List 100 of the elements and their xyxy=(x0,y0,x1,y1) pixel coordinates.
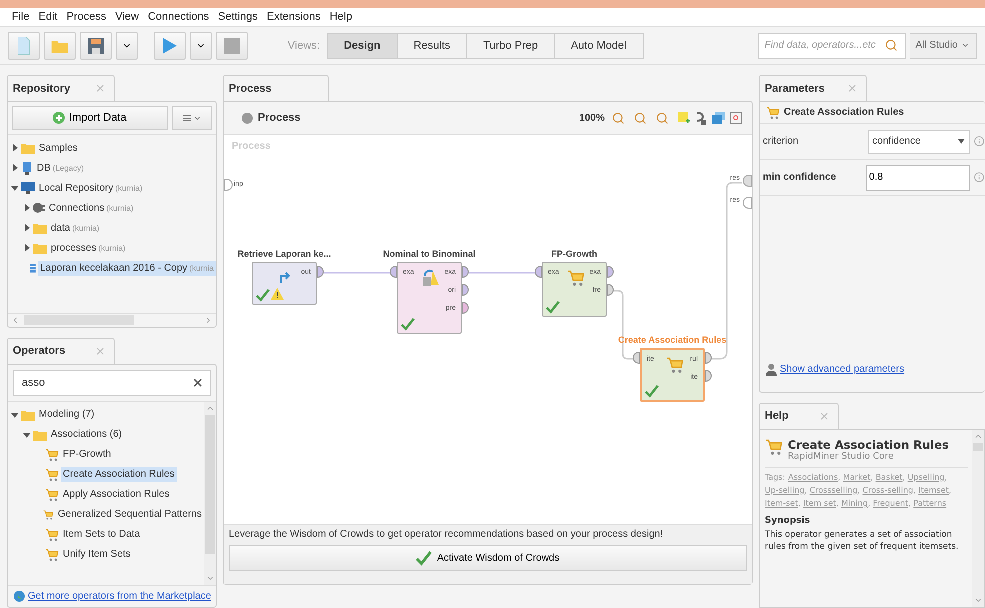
scroll-left-icon[interactable] xyxy=(11,316,20,325)
run-options-dropdown[interactable] xyxy=(190,32,212,60)
clear-icon[interactable] xyxy=(192,376,204,389)
vertical-scrollbar[interactable] xyxy=(972,430,984,607)
tree-item[interactable]: Modeling (7) xyxy=(37,407,97,422)
breadcrumb[interactable]: Process xyxy=(258,112,301,124)
check-icon xyxy=(256,288,270,302)
tree-item[interactable]: Item Sets to Data xyxy=(61,527,142,542)
expanded-caret-icon[interactable] xyxy=(11,410,19,419)
close-icon[interactable] xyxy=(95,346,106,357)
output-port[interactable] xyxy=(462,284,469,296)
output-port[interactable] xyxy=(317,266,324,278)
tree-item[interactable]: Samples xyxy=(37,140,80,156)
view-tab[interactable]: Design xyxy=(327,32,398,58)
close-icon[interactable] xyxy=(95,83,106,94)
view-tab[interactable]: Auto Model xyxy=(554,32,644,58)
panel-tab[interactable]: Repository xyxy=(7,75,115,101)
operator-search-box[interactable]: asso xyxy=(13,370,211,396)
collapsed-caret-icon[interactable] xyxy=(23,224,31,232)
panel-tab[interactable]: Parameters xyxy=(759,75,867,101)
tree-item[interactable]: Unify Item Sets xyxy=(61,547,133,562)
tree-item[interactable]: data (kurnia) xyxy=(49,220,102,236)
scrollbar-thumb[interactable] xyxy=(205,414,215,554)
panel-tab[interactable]: Operators xyxy=(7,338,115,364)
collapsed-caret-icon[interactable] xyxy=(11,144,19,152)
menu-item[interactable]: Edit xyxy=(38,11,58,23)
expanded-caret-icon[interactable] xyxy=(23,430,31,439)
auto-wire-icon[interactable] xyxy=(695,112,707,124)
info-icon[interactable] xyxy=(974,172,985,183)
menu-item[interactable]: Process xyxy=(66,11,106,23)
output-port[interactable] xyxy=(743,175,752,187)
input-port[interactable] xyxy=(633,352,640,364)
tree-item[interactable]: Generalized Sequential Patterns xyxy=(56,507,204,522)
collapsed-caret-icon[interactable] xyxy=(11,164,19,172)
tree-item[interactable]: Local Repository (kurnia) xyxy=(37,180,145,196)
tree-item[interactable]: Laporan kecelakaan 2016 - Copy (kurnia xyxy=(38,260,216,276)
tree-item[interactable]: Create Association Rules xyxy=(61,467,177,482)
output-port[interactable] xyxy=(462,302,469,314)
menu-item[interactable]: Extensions xyxy=(267,11,321,23)
parameter-input[interactable]: 0.8 xyxy=(866,164,970,190)
close-icon[interactable] xyxy=(819,410,830,422)
panel-tab[interactable]: Help xyxy=(759,402,839,429)
output-port[interactable] xyxy=(743,197,752,209)
scrollbar-thumb[interactable] xyxy=(973,442,983,451)
menu-item[interactable]: View xyxy=(115,11,140,23)
output-port[interactable] xyxy=(607,266,614,278)
scroll-down-icon[interactable] xyxy=(974,596,982,605)
view-tab[interactable]: Turbo Prep xyxy=(466,32,556,58)
panel-tab[interactable]: Process xyxy=(223,75,329,101)
tree-item[interactable]: Associations (6) xyxy=(49,427,124,442)
zoom-in-icon[interactable] xyxy=(634,112,647,124)
expanded-caret-icon[interactable] xyxy=(11,184,19,192)
scope-dropdown[interactable]: All Studio xyxy=(910,32,977,58)
input-port[interactable] xyxy=(535,266,542,278)
stop-button[interactable] xyxy=(216,32,248,60)
layers-icon[interactable] xyxy=(712,112,725,124)
view-tab[interactable]: Results xyxy=(396,32,468,58)
horizontal-scrollbar[interactable] xyxy=(8,312,216,327)
stop-icon xyxy=(224,38,240,54)
output-port[interactable] xyxy=(607,284,614,296)
save-button[interactable] xyxy=(80,32,112,60)
collapsed-caret-icon[interactable] xyxy=(23,204,31,212)
tree-item[interactable]: FP-Growth xyxy=(61,447,114,462)
parameter-select[interactable]: confidence xyxy=(868,130,970,154)
output-port[interactable] xyxy=(705,370,712,382)
tag-separator: , xyxy=(838,472,841,482)
new-file-button[interactable] xyxy=(8,32,40,60)
search-box[interactable]: Find data, operators...etc xyxy=(758,32,906,58)
zoom-out-icon[interactable] xyxy=(656,112,669,124)
menu-dropdown[interactable] xyxy=(172,106,212,130)
cart-icon xyxy=(45,528,59,542)
menu-item[interactable]: Settings xyxy=(218,11,258,23)
activate-wisdom-button[interactable]: Activate Wisdom of Crowds xyxy=(229,545,747,571)
advanced-parameters-link[interactable]: Show advanced parameters xyxy=(780,364,905,375)
input-port[interactable] xyxy=(390,266,397,278)
output-port[interactable] xyxy=(462,266,469,278)
zoom-reset-icon[interactable] xyxy=(612,112,625,124)
menu-item[interactable]: File xyxy=(12,11,30,23)
scrollbar-thumb[interactable] xyxy=(24,315,134,326)
info-icon[interactable] xyxy=(974,136,985,147)
tree-item[interactable]: DB (Legacy) xyxy=(35,160,86,176)
tree-item[interactable]: Apply Association Rules xyxy=(61,487,172,502)
close-icon[interactable] xyxy=(847,83,858,94)
scroll-down-icon[interactable] xyxy=(206,574,214,583)
help-title: Create Association Rules xyxy=(788,438,950,452)
input-port[interactable] xyxy=(224,179,233,191)
menu-item[interactable]: Connections xyxy=(148,11,210,23)
output-port[interactable] xyxy=(705,352,712,364)
marketplace-link[interactable]: Get more operators from the Marketplace xyxy=(28,591,212,602)
collapsed-caret-icon[interactable] xyxy=(23,244,31,252)
menu-item[interactable]: Help xyxy=(330,11,352,23)
vertical-scrollbar[interactable] xyxy=(204,402,216,585)
run-button[interactable] xyxy=(154,32,186,60)
tree-item[interactable]: Connections (kurnia) xyxy=(47,200,136,216)
scroll-right-icon[interactable] xyxy=(204,316,213,325)
fit-to-screen-icon[interactable] xyxy=(730,112,742,124)
tree-item[interactable]: processes (kurnia) xyxy=(49,240,128,256)
import-data-button[interactable]: Import Data xyxy=(12,106,168,130)
folder-icon xyxy=(33,222,47,234)
add-note-icon[interactable] xyxy=(678,112,690,124)
